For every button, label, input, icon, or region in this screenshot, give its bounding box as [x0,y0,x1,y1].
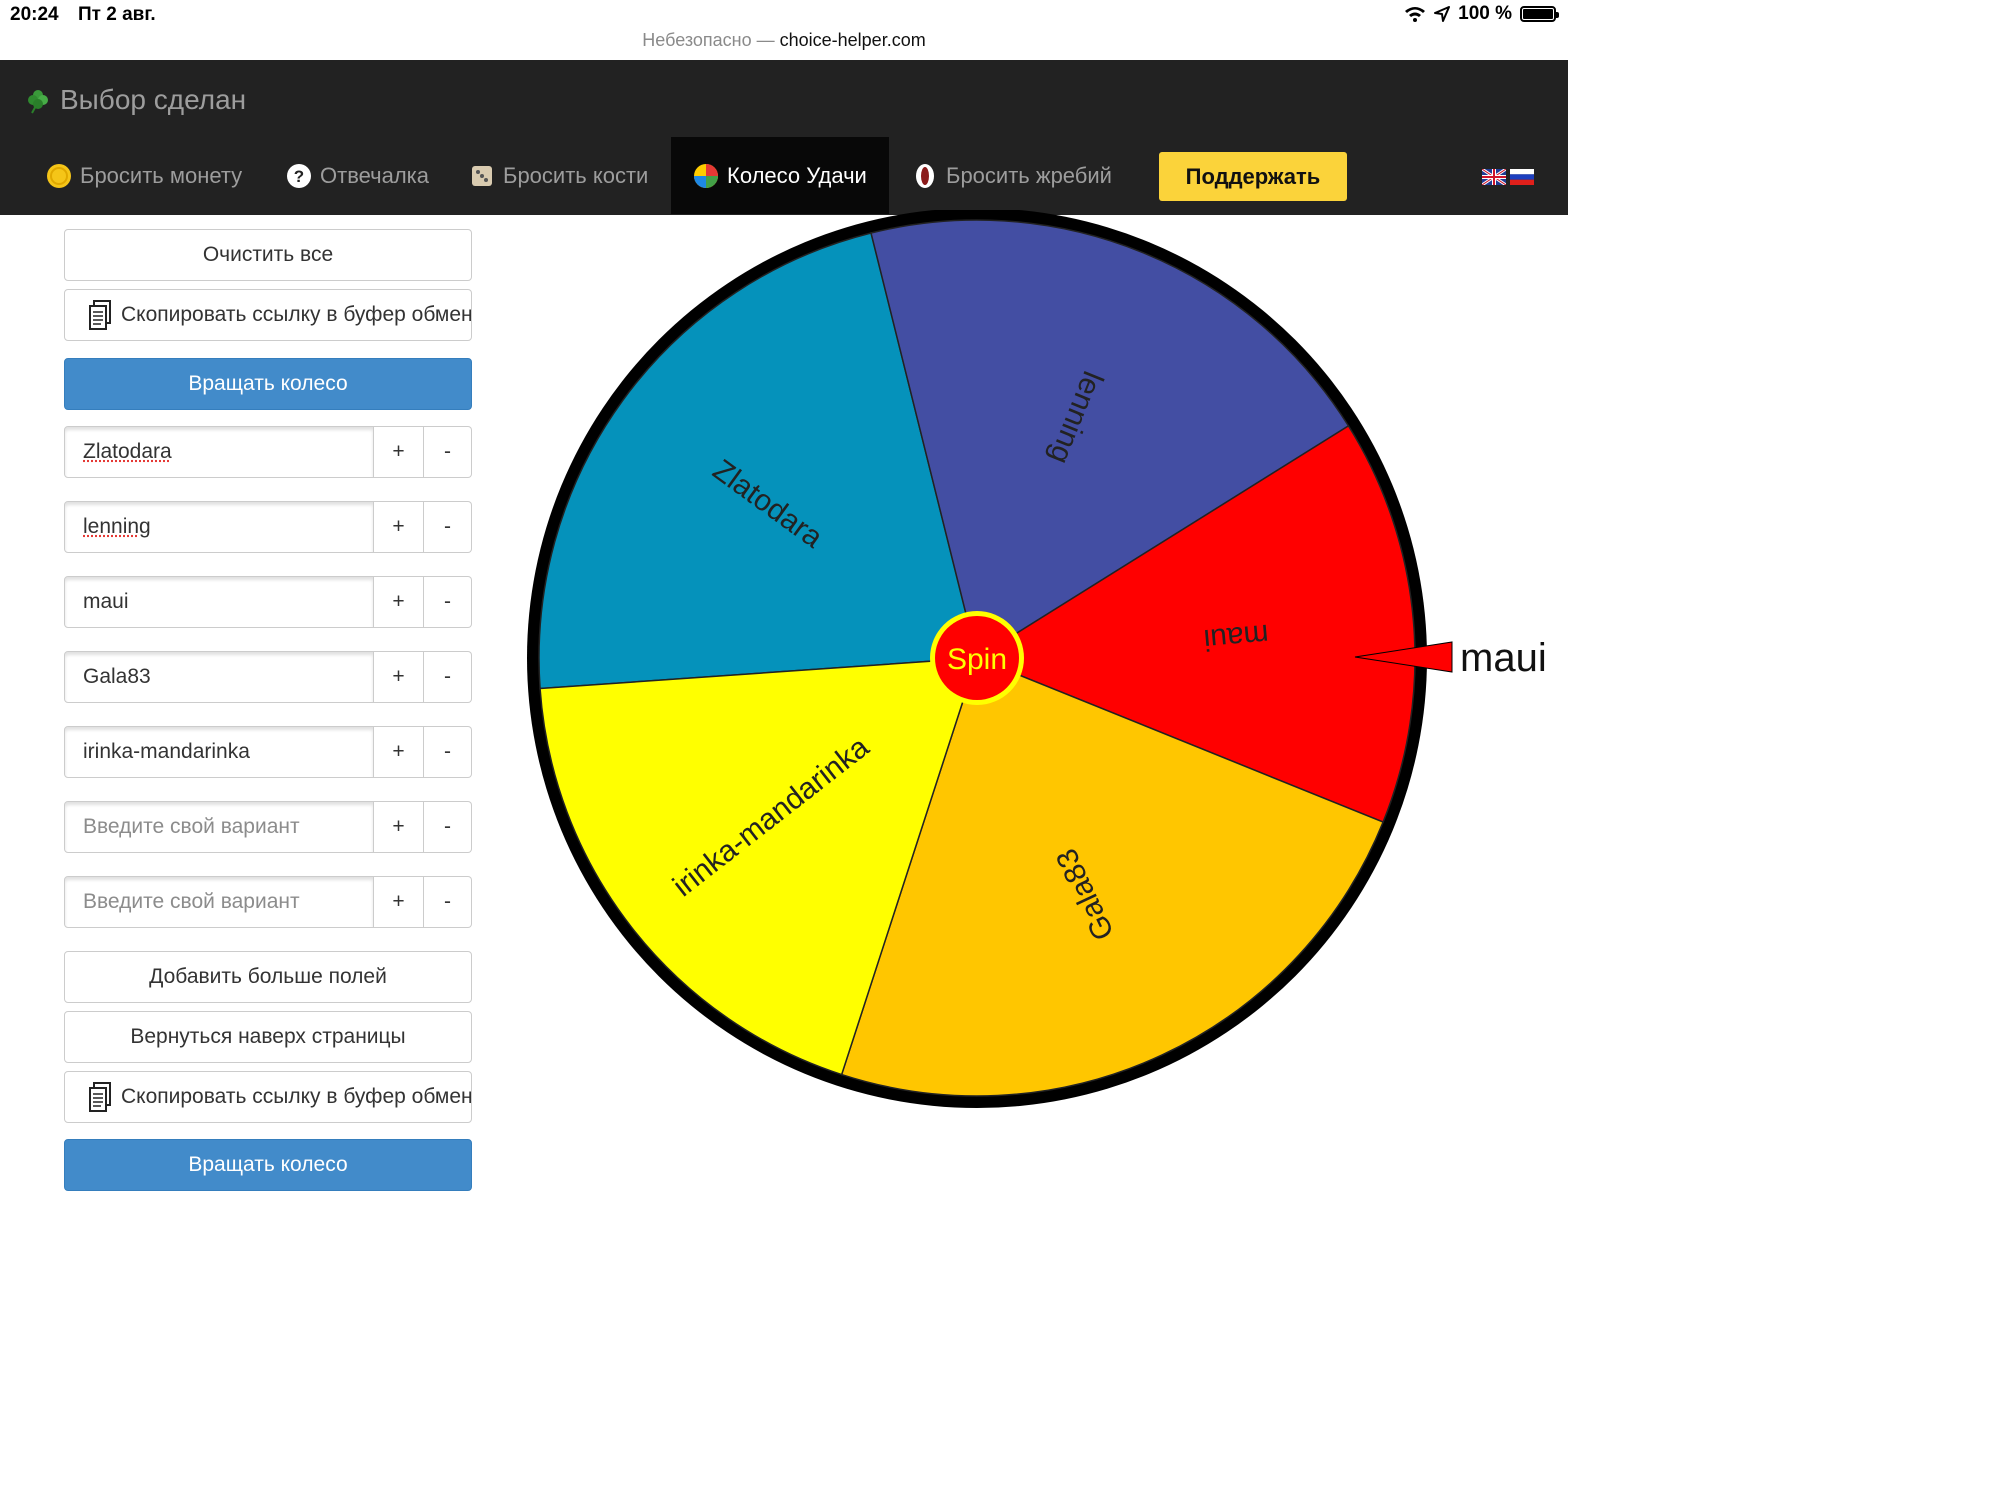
option-input[interactable] [64,501,374,553]
add-option-button[interactable]: + [374,726,424,778]
nav-item-label: Бросить жребий [946,162,1112,188]
url-host: choice-helper.com [779,30,926,50]
option-row: + - [64,876,472,928]
option-input[interactable] [64,651,374,703]
status-date: Пт 2 авг. [78,4,156,25]
add-option-button[interactable]: + [374,501,424,553]
option-input[interactable] [64,576,374,628]
language-switcher [1482,169,1534,185]
spin-wheel-button-bottom[interactable]: Вращать колесо [64,1139,472,1191]
add-option-button[interactable]: + [374,426,424,478]
nav-item-wheel[interactable]: Колесо Удачи [671,137,889,214]
dice-icon [472,165,492,186]
nav-item-answer[interactable]: ? Отвечалка [286,137,429,214]
status-right: 100 % [1404,3,1559,25]
add-option-button[interactable]: + [374,576,424,628]
option-row: + - [64,726,472,778]
wheel-icon [694,163,718,188]
back-to-top-button[interactable]: Вернуться наверх страницы [64,1011,472,1063]
clipboard-icon [89,1082,111,1112]
nav-item-label: Отвечалка [320,162,430,188]
option-row: + - [64,801,472,853]
add-option-button[interactable]: + [374,876,424,928]
ru-flag-icon[interactable] [1510,169,1534,185]
spin-hub-label: Spin [947,643,1007,676]
fortune-wheel[interactable]: ZlatodaralenningmauiGala83irinka-mandari… [520,210,1568,1120]
option-row: + - [64,426,472,478]
nav-item-lot[interactable]: Бросить жребий [912,137,1112,214]
navbar: Выбор сделан Бросить монету ? Отвечалка … [0,60,1568,215]
nav-item-label: Колесо Удачи [727,162,867,188]
add-option-button[interactable]: + [374,651,424,703]
clipboard-icon [89,300,111,330]
en-flag-icon[interactable] [1482,169,1506,185]
spin-wheel-button[interactable]: Вращать колесо [64,358,472,410]
remove-option-button[interactable]: - [424,726,472,778]
option-input[interactable] [64,876,374,928]
status-bar: 20:24 Пт 2 авг. 100 % Небезопасно — choi… [0,0,1568,60]
copy-link-label: Скопировать ссылку в буфер обмена [121,303,472,326]
add-option-button[interactable]: + [374,801,424,853]
copy-link-button-bottom[interactable]: Скопировать ссылку в буфер обмена [64,1071,472,1123]
copy-link-label: Скопировать ссылку в буфер обмена [121,1085,472,1108]
question-icon: ? [287,163,311,188]
lot-icon [916,163,934,188]
option-row: + - [64,651,472,703]
option-input[interactable] [64,426,374,478]
option-row: + - [64,576,472,628]
remove-option-button[interactable]: - [424,651,472,703]
remove-option-button[interactable]: - [424,876,472,928]
battery-icon [1520,6,1559,22]
remove-option-button[interactable]: - [424,426,472,478]
option-row: + - [64,501,472,553]
address-bar[interactable]: Небезопасно — choice-helper.com [0,30,1568,51]
nav-item-label: Бросить монету [80,162,243,188]
coin-icon [47,163,71,188]
clover-icon [28,90,48,114]
support-button[interactable]: Поддержать [1159,152,1347,201]
wheel-result: maui [1460,636,1547,680]
insecure-label: Небезопасно — [642,30,775,50]
copy-link-button[interactable]: Скопировать ссылку в буфер обмена [64,289,472,341]
status-time: 20:24 [10,4,59,25]
nav-menu: Бросить монету ? Отвечалка Бросить кости [0,137,1568,215]
location-icon [1434,6,1451,22]
clear-all-button[interactable]: Очистить все [64,229,472,281]
brand-link[interactable]: Выбор сделан [24,84,246,116]
wheel-segment-label: maui [1202,618,1270,657]
option-input[interactable] [64,726,374,778]
wifi-icon [1405,7,1426,22]
nav-item-coin[interactable]: Бросить монету [46,137,242,214]
nav-item-label: Бросить кости [503,162,649,188]
svg-text:?: ? [294,167,304,186]
battery-percent: 100 % [1458,3,1512,24]
remove-option-button[interactable]: - [424,576,472,628]
remove-option-button[interactable]: - [424,501,472,553]
add-more-fields-button[interactable]: Добавить больше полей [64,951,472,1003]
remove-option-button[interactable]: - [424,801,472,853]
nav-item-dice[interactable]: Бросить кости [469,137,648,214]
option-input[interactable] [64,801,374,853]
brand-title: Выбор сделан [60,84,247,115]
